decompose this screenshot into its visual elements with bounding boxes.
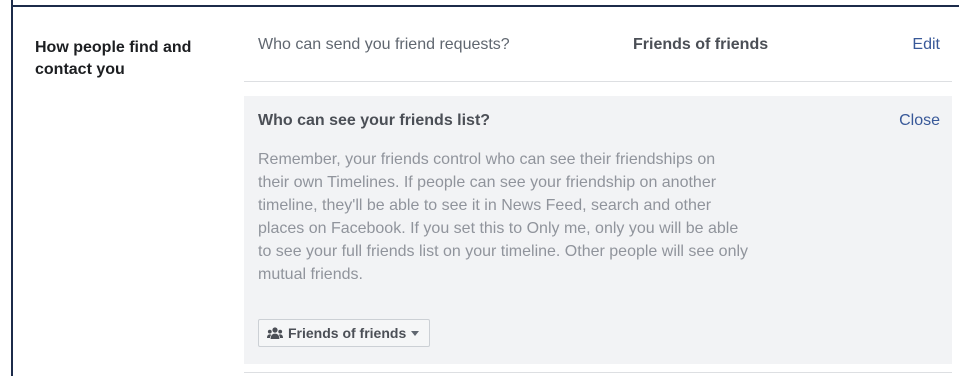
section-heading: How people find and contact you — [35, 39, 192, 78]
friends-list-setting-panel: Who can see your friends list? Close Rem… — [244, 96, 952, 364]
frame-top-border — [11, 5, 959, 7]
audience-selector-button[interactable]: Friends of friends — [258, 319, 431, 347]
edit-link[interactable]: Edit — [912, 36, 940, 54]
friends-list-question: Who can see your friends list? — [258, 112, 491, 129]
friend-requests-setting-row: Who can send you friend requests? Friend… — [244, 21, 952, 82]
privacy-settings-frame: How people find and contact you Who can … — [0, 0, 959, 376]
friend-requests-value: Friends of friends — [633, 36, 769, 53]
friend-requests-question: Who can send you friend requests? — [258, 36, 510, 53]
people-icon — [267, 327, 283, 339]
audience-selector-label: Friends of friends — [288, 325, 407, 341]
panel-divider — [244, 372, 952, 373]
frame-left-border — [11, 0, 13, 376]
close-link[interactable]: Close — [899, 112, 940, 130]
friends-list-description: Remember, your friends control who can s… — [258, 151, 749, 283]
caret-down-icon — [411, 330, 420, 336]
